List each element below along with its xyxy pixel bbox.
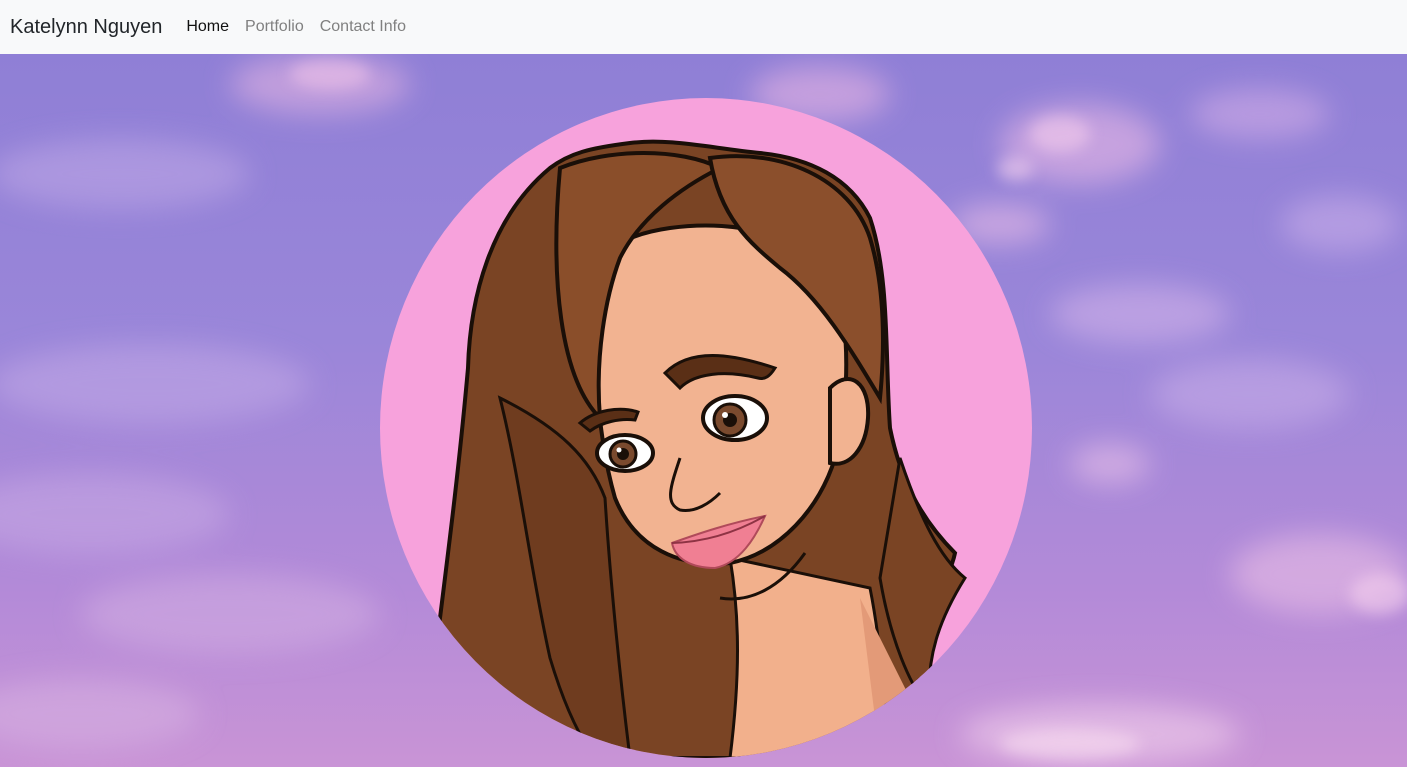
nav-link-home[interactable]: Home: [178, 0, 237, 54]
nav-menu: Home Portfolio Contact Info: [178, 0, 414, 54]
nav-link-portfolio[interactable]: Portfolio: [237, 0, 312, 54]
nav-item-home: Home: [178, 0, 237, 54]
brand-link[interactable]: Katelynn Nguyen: [10, 0, 162, 54]
avatar-portrait: [380, 98, 1032, 758]
nav-link-contact-info[interactable]: Contact Info: [312, 0, 414, 54]
nav-item-contact-info: Contact Info: [312, 0, 414, 54]
nav-item-portfolio: Portfolio: [237, 0, 312, 54]
hero-section: [0, 54, 1407, 767]
top-navbar: Katelynn Nguyen Home Portfolio Contact I…: [0, 0, 1407, 54]
